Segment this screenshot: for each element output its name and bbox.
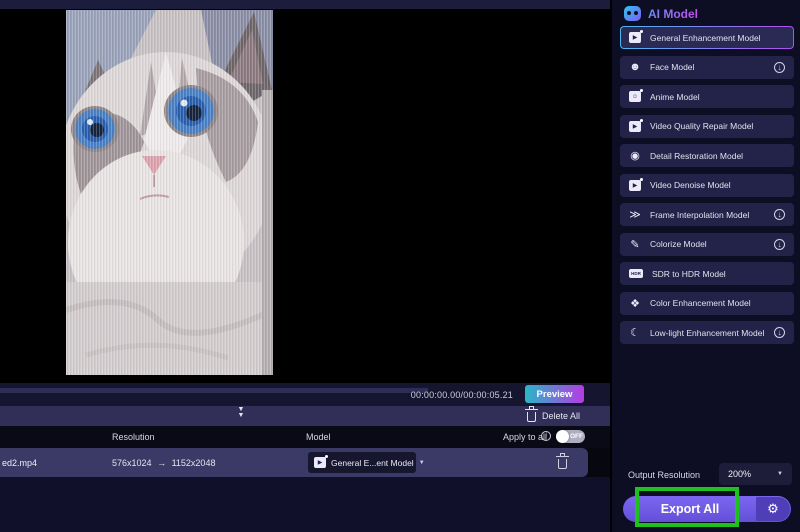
row-delete-button[interactable] bbox=[558, 456, 567, 471]
model-item-label: Low-light Enhancement Model bbox=[650, 328, 764, 338]
model-item-detail-restoration[interactable]: ◉ Detail Restoration Model bbox=[620, 144, 794, 167]
source-resolution: 576x1024 bbox=[112, 458, 152, 468]
download-icon[interactable]: ↓ bbox=[774, 209, 785, 220]
moon-icon: ☾ bbox=[629, 326, 641, 339]
row-model-dropdown[interactable]: ▶ General E...ent Model ▼ bbox=[308, 452, 416, 473]
trash-icon bbox=[527, 412, 536, 422]
queue-empty-area bbox=[0, 477, 610, 532]
model-item-anime[interactable]: ☺ Anime Model bbox=[620, 85, 794, 108]
model-item-video-denoise[interactable]: ▶ Video Denoise Model bbox=[620, 174, 794, 197]
model-item-label: Anime Model bbox=[650, 92, 700, 102]
model-item-label: Colorize Model bbox=[650, 239, 707, 249]
model-item-label: Video Denoise Model bbox=[650, 180, 731, 190]
file-name: ed2.mp4 bbox=[2, 458, 37, 468]
model-item-video-quality-repair[interactable]: ▶ Video Quality Repair Model bbox=[620, 115, 794, 138]
model-column-header: Model bbox=[306, 432, 331, 442]
video-artifact-scanlines bbox=[66, 10, 273, 375]
robot-icon bbox=[624, 6, 641, 21]
timeline-collapse-bar: ▼ ▼ Delete All bbox=[0, 406, 610, 426]
chevron-down-icon: ▼ bbox=[238, 413, 245, 419]
model-item-label: Color Enhancement Model bbox=[650, 298, 751, 308]
model-item-label: SDR to HDR Model bbox=[652, 269, 726, 279]
dropdown-arrow-icon: ▼ bbox=[777, 471, 783, 477]
output-resolution-dropdown[interactable]: 200% ▼ bbox=[719, 463, 792, 485]
anime-face-icon: ☺ bbox=[629, 91, 641, 102]
preview-button[interactable]: Preview bbox=[525, 385, 584, 403]
player-bar: 00:00:00.00/00:00:05.21 Preview bbox=[0, 383, 610, 406]
model-item-label: General Enhancement Model bbox=[650, 33, 761, 43]
palette-icon: ❖ bbox=[629, 297, 641, 310]
model-item-sdr-to-hdr[interactable]: HDR SDR to HDR Model bbox=[620, 262, 794, 285]
toggle-knob bbox=[556, 430, 569, 443]
export-all-label: Export All bbox=[623, 496, 757, 522]
hdr-icon: HDR bbox=[629, 269, 643, 278]
output-resolution-label: Output Resolution bbox=[628, 470, 700, 480]
model-item-frame-interpolation[interactable]: ≫ Frame Interpolation Model ↓ bbox=[620, 203, 794, 226]
apply-to-all-toggle[interactable]: OFF bbox=[556, 430, 585, 443]
info-icon[interactable]: i bbox=[541, 431, 551, 441]
model-item-label: Face Model bbox=[650, 62, 694, 72]
model-item-label: Video Quality Repair Model bbox=[650, 121, 753, 131]
target-resolution: 1152x2048 bbox=[172, 458, 216, 468]
frame-interpolation-icon: ≫ bbox=[629, 208, 641, 221]
dropdown-arrow-icon: ▼ bbox=[419, 460, 425, 466]
video-denoise-icon: ▶ bbox=[629, 180, 641, 191]
file-resolution: 576x1024 → 1152x2048 bbox=[112, 458, 215, 468]
delete-all-button[interactable]: Delete All bbox=[527, 409, 580, 422]
ai-model-sidebar: AI Model ▶ General Enhancement Model ☻ F… bbox=[610, 0, 800, 532]
model-item-label: Detail Restoration Model bbox=[650, 151, 743, 161]
face-icon: ☻ bbox=[629, 61, 641, 73]
gear-icon: ⚙ bbox=[767, 501, 779, 517]
video-enhance-icon: ▶ bbox=[629, 32, 641, 43]
queue-file-row[interactable]: ed2.mp4 576x1024 → 1152x2048 ▶ General E… bbox=[0, 448, 588, 477]
video-frame-cat bbox=[66, 10, 273, 375]
video-preview-area bbox=[0, 9, 610, 383]
resolution-arrow: → bbox=[154, 458, 169, 468]
row-model-value: General E...ent Model bbox=[331, 458, 414, 468]
playback-time: 00:00:00.00/00:00:05.21 bbox=[411, 390, 513, 400]
app-window: 00:00:00.00/00:00:05.21 Preview ▼ ▼ Dele… bbox=[0, 0, 800, 532]
model-item-colorize[interactable]: ✎ Colorize Model ↓ bbox=[620, 233, 794, 256]
model-item-color-enhancement[interactable]: ❖ Color Enhancement Model bbox=[620, 292, 794, 315]
queue-header-row: Resolution Model Apply to all i OFF bbox=[0, 426, 610, 448]
seek-bar[interactable] bbox=[0, 388, 428, 393]
resolution-column-header: Resolution bbox=[112, 432, 155, 442]
download-icon[interactable]: ↓ bbox=[774, 62, 785, 73]
video-model-icon: ▶ bbox=[314, 457, 326, 468]
detail-restoration-icon: ◉ bbox=[629, 149, 641, 162]
model-item-low-light-enhancement[interactable]: ☾ Low-light Enhancement Model ↓ bbox=[620, 321, 794, 344]
sidebar-title: AI Model bbox=[648, 7, 698, 21]
model-item-label: Frame Interpolation Model bbox=[650, 210, 749, 220]
model-item-general-enhancement[interactable]: ▶ General Enhancement Model bbox=[620, 26, 794, 49]
download-icon[interactable]: ↓ bbox=[774, 239, 785, 250]
sidebar-header: AI Model bbox=[624, 6, 698, 21]
trash-icon bbox=[558, 459, 567, 469]
export-settings-button[interactable]: ⚙ bbox=[756, 497, 790, 521]
video-repair-icon: ▶ bbox=[629, 121, 641, 132]
model-item-face[interactable]: ☻ Face Model ↓ bbox=[620, 56, 794, 79]
top-strip bbox=[0, 0, 610, 9]
toggle-state-label: OFF bbox=[570, 433, 583, 440]
delete-all-label: Delete All bbox=[542, 411, 580, 421]
export-all-button[interactable]: Export All ⚙ bbox=[623, 496, 791, 522]
collapse-chevron-icon[interactable]: ▼ ▼ bbox=[233, 407, 249, 419]
download-icon[interactable]: ↓ bbox=[774, 327, 785, 338]
colorize-icon: ✎ bbox=[629, 238, 641, 251]
output-resolution-value: 200% bbox=[728, 469, 751, 479]
